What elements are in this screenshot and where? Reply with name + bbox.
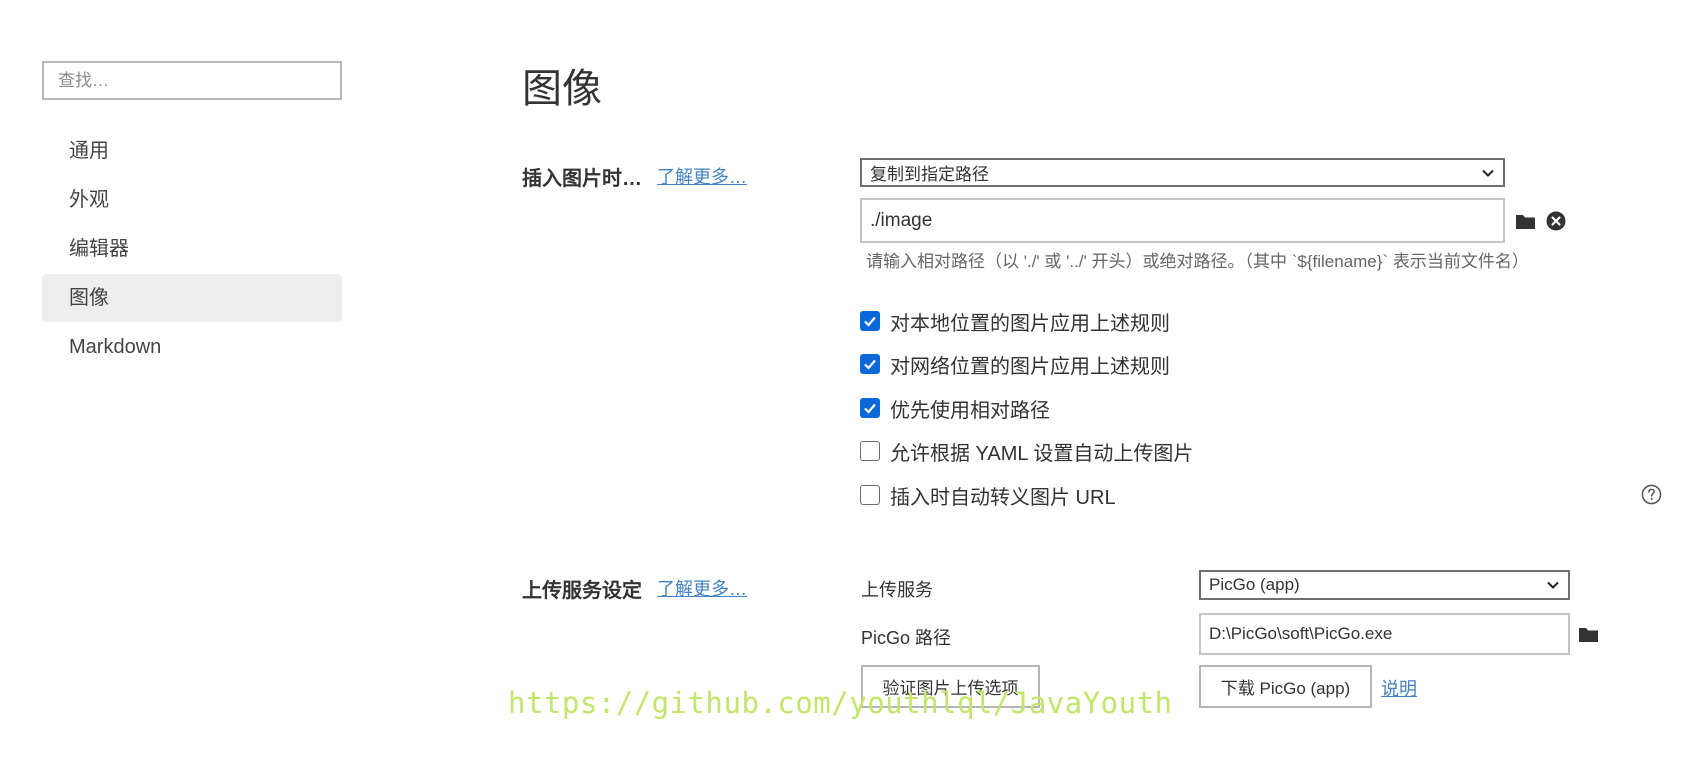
- download-picgo-button[interactable]: 下载 PicGo (app): [1199, 665, 1372, 708]
- upload-service-select[interactable]: PicGo (app): [1199, 570, 1570, 600]
- insert-section-title: 插入图片时…: [522, 168, 642, 190]
- close-circle-icon[interactable]: [1545, 210, 1567, 232]
- checkmark-icon: [864, 403, 876, 414]
- checkmark-icon: [864, 359, 876, 370]
- checkbox-local-images-label: 对本地位置的图片应用上述规则: [890, 312, 1170, 335]
- sidebar-item-general[interactable]: 通用: [42, 127, 342, 175]
- preferences-window: 通用 外观 编辑器 图像 Markdown 图像 插入图片时… 了解更多… 复制…: [0, 0, 1695, 761]
- image-path-value: ./image: [870, 209, 933, 231]
- insert-action-select[interactable]: 复制到指定路径: [860, 158, 1505, 187]
- picgo-path-value: D:\PicGo\soft\PicGo.exe: [1209, 624, 1393, 643]
- upload-service-select-value: PicGo (app): [1209, 575, 1300, 594]
- checkbox-yaml-upload-label: 允许根据 YAML 设置自动上传图片: [890, 442, 1194, 465]
- checkbox-relative-path[interactable]: [860, 398, 880, 418]
- sidebar-item-appearance[interactable]: 外观: [42, 176, 342, 224]
- checkbox-row-local-images[interactable]: 对本地位置的图片应用上述规则: [860, 307, 1170, 335]
- checkbox-yaml-upload[interactable]: [860, 441, 880, 461]
- image-path-input[interactable]: ./image: [860, 198, 1505, 243]
- checkbox-row-yaml-upload[interactable]: 允许根据 YAML 设置自动上传图片: [860, 437, 1193, 465]
- checkbox-local-images[interactable]: [860, 311, 880, 331]
- folder-icon[interactable]: [1515, 210, 1537, 232]
- checkbox-network-images-label: 对网络位置的图片应用上述规则: [890, 355, 1170, 378]
- upload-section-title: 上传服务设定: [522, 580, 642, 602]
- sidebar-item-markdown[interactable]: Markdown: [42, 323, 342, 371]
- checkbox-row-relative-path[interactable]: 优先使用相对路径: [860, 394, 1050, 422]
- upload-learn-more-link[interactable]: 了解更多…: [657, 575, 747, 601]
- chevron-down-icon: [1482, 169, 1494, 177]
- sidebar-item-editor[interactable]: 编辑器: [42, 225, 342, 273]
- picgo-path-label: PicGo 路径: [861, 628, 952, 648]
- checkmark-icon: [864, 316, 876, 327]
- insert-action-select-value: 复制到指定路径: [870, 165, 989, 184]
- upload-service-label: 上传服务: [861, 580, 933, 600]
- checkbox-escape-url[interactable]: [860, 485, 880, 505]
- insert-learn-more-link[interactable]: 了解更多…: [657, 163, 747, 189]
- image-path-hint: 请输入相对路径（以 './' 或 '../' 开头）或绝对路径。（其中 `${f…: [866, 252, 1529, 271]
- sidebar-nav: 通用 外观 编辑器 图像 Markdown: [42, 127, 342, 372]
- folder-icon[interactable]: [1578, 623, 1600, 645]
- chevron-down-icon: [1547, 581, 1559, 589]
- checkbox-relative-path-label: 优先使用相对路径: [890, 399, 1050, 422]
- search-input[interactable]: [42, 61, 342, 100]
- watermark-text: https://github.com/youthlql/JavaYouth: [508, 686, 1173, 720]
- checkbox-row-escape-url[interactable]: 插入时自动转义图片 URL: [860, 481, 1116, 509]
- picgo-help-link[interactable]: 说明: [1381, 675, 1417, 701]
- page-title: 图像: [522, 67, 602, 111]
- question-circle-icon[interactable]: [1641, 484, 1662, 505]
- checkbox-escape-url-label: 插入时自动转义图片 URL: [890, 486, 1116, 509]
- checkbox-row-network-images[interactable]: 对网络位置的图片应用上述规则: [860, 350, 1170, 378]
- picgo-path-input[interactable]: D:\PicGo\soft\PicGo.exe: [1199, 613, 1570, 655]
- sidebar-item-image[interactable]: 图像: [42, 274, 342, 322]
- checkbox-network-images[interactable]: [860, 354, 880, 374]
